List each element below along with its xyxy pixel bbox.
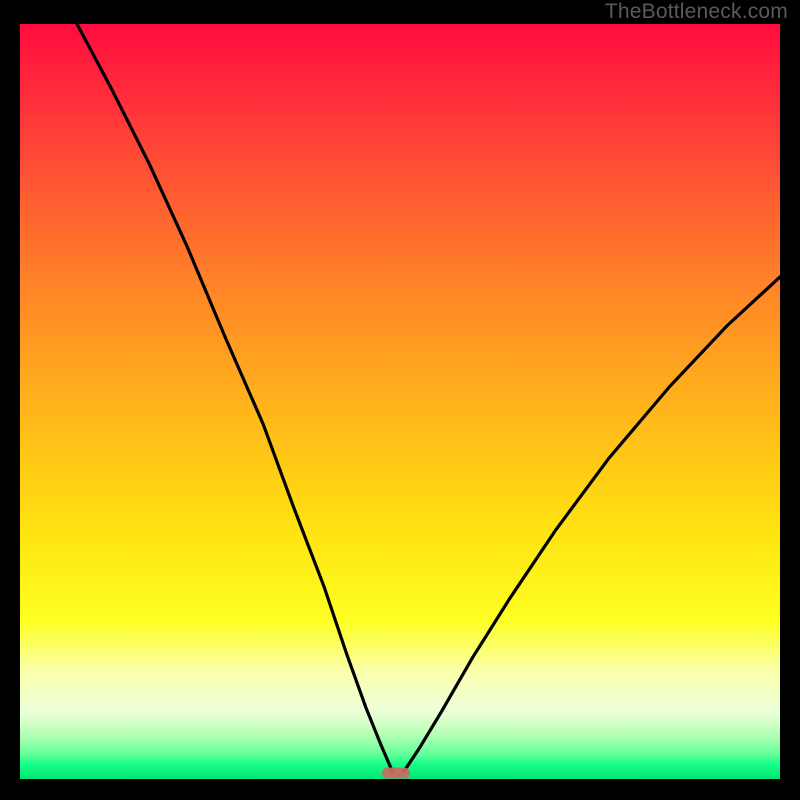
- bottleneck-marker: [382, 767, 410, 778]
- chart-frame: TheBottleneck.com: [0, 0, 800, 800]
- curve-left-branch: [77, 24, 392, 772]
- curve-right-branch: [404, 277, 780, 772]
- curve-layer: [20, 24, 780, 779]
- plot-area: [20, 24, 780, 779]
- watermark-text: TheBottleneck.com: [605, 0, 788, 24]
